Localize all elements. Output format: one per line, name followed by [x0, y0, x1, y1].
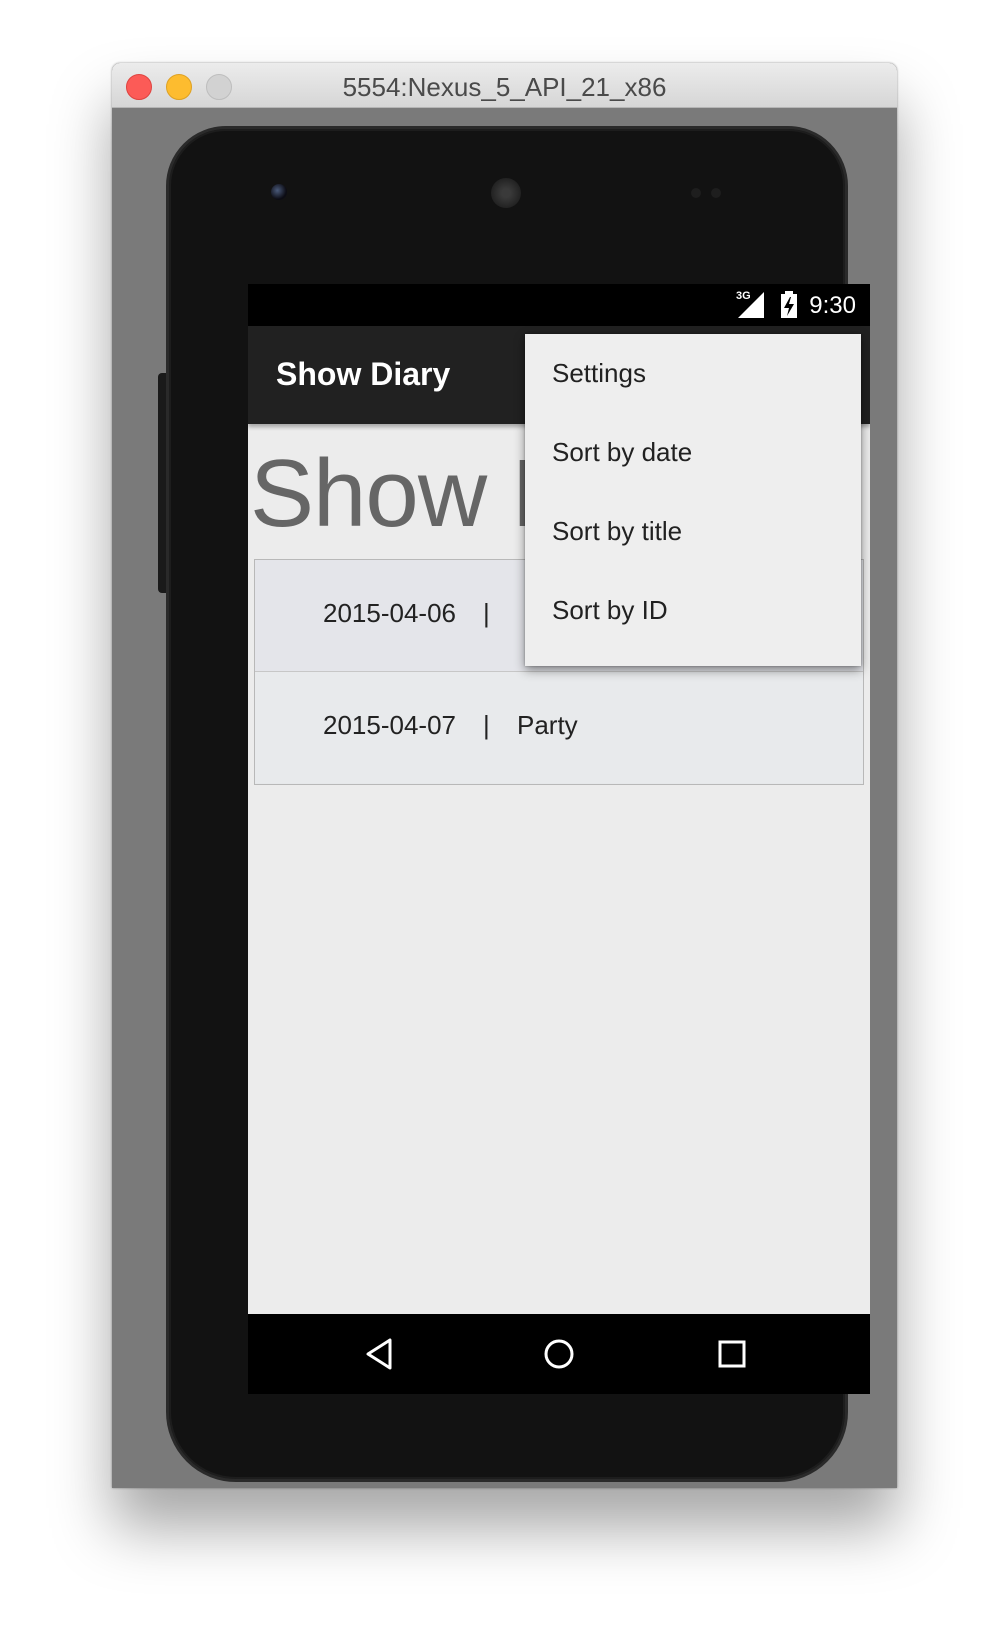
earpiece-speaker [491, 178, 521, 208]
light-sensor [711, 188, 721, 198]
volume-button[interactable] [158, 373, 166, 593]
menu-item-sort-by-date[interactable]: Sort by date [525, 413, 861, 495]
entry-separator: | [483, 710, 490, 740]
phone-frame: 3G 9:30 Show Diary Show D 2015-04-06 | 2… [166, 126, 870, 1482]
home-icon[interactable] [541, 1336, 577, 1372]
menu-item-sort-by-title[interactable]: Sort by title [525, 492, 861, 574]
list-item[interactable]: 2015-04-07 | Party [255, 672, 863, 783]
navigation-bar [248, 1314, 870, 1394]
status-bar: 3G 9:30 [248, 284, 870, 326]
menu-item-label: Sort by ID [552, 595, 668, 625]
menu-item-settings[interactable]: Settings [525, 334, 861, 416]
signal-icon [738, 292, 764, 318]
menu-item-label: Settings [552, 358, 646, 388]
battery-charging-icon [781, 291, 797, 318]
entry-title: Party [517, 710, 578, 740]
entry-separator: | [483, 598, 490, 628]
app-title: Show Diary [276, 356, 451, 392]
phone-screen: 3G 9:30 Show Diary Show D 2015-04-06 | 2… [248, 284, 870, 1394]
window-title: 5554:Nexus_5_API_21_x86 [342, 72, 667, 102]
menu-item-label: Sort by date [552, 437, 693, 467]
menu-item-label: Sort by title [552, 516, 683, 546]
entry-date: 2015-04-06 [323, 598, 456, 628]
overflow-menu: Settings Sort by date Sort by title Sort… [525, 334, 861, 666]
window-titlebar: 5554:Nexus_5_API_21_x86 [112, 63, 897, 108]
recents-icon[interactable] [714, 1336, 750, 1372]
back-icon[interactable] [362, 1336, 398, 1372]
proximity-sensor [691, 188, 701, 198]
menu-item-sort-by-id[interactable]: Sort by ID [525, 571, 861, 653]
status-time: 9:30 [809, 292, 856, 319]
front-camera [271, 184, 287, 200]
entry-date: 2015-04-07 [323, 710, 456, 740]
emulator-window: 5554:Nexus_5_API_21_x86 3G 9:30 Show Dia… [112, 63, 897, 1488]
